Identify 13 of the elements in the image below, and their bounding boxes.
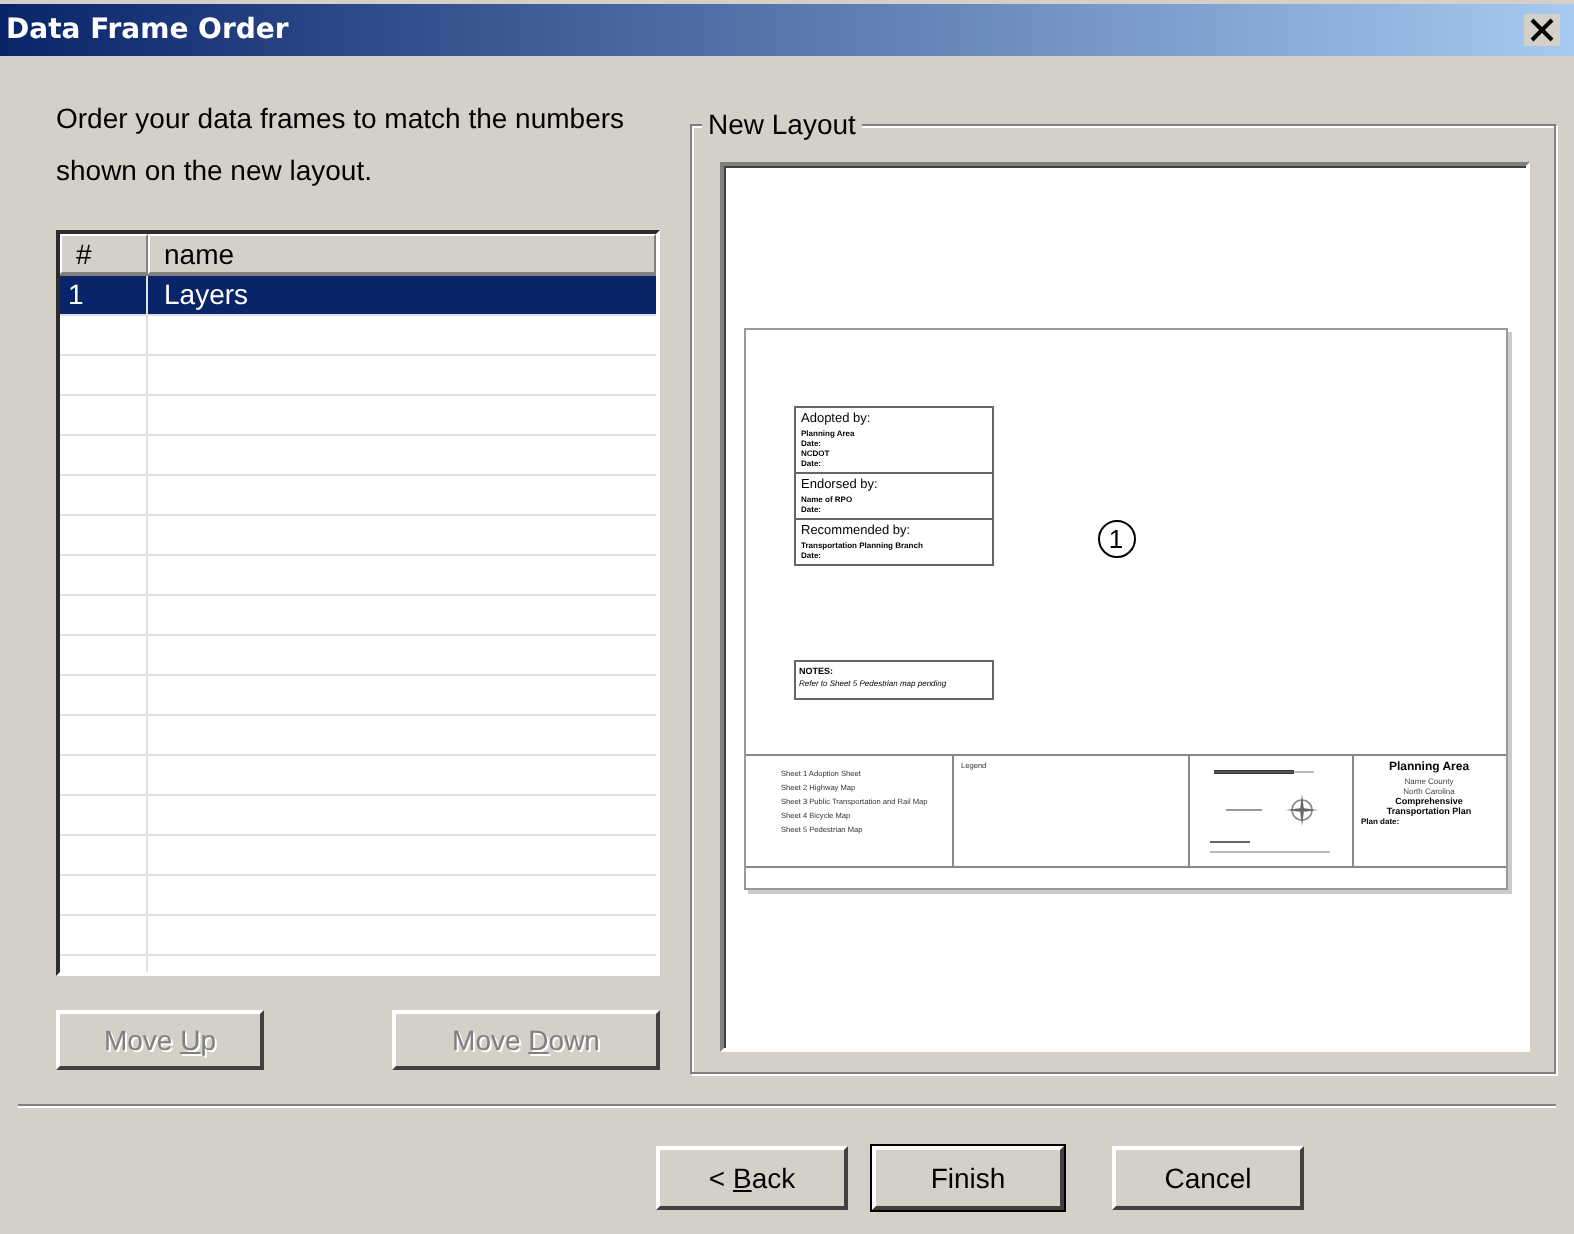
window-title: Data Frame Order	[6, 14, 289, 46]
wizard-button[interactable]: < Back	[656, 1146, 848, 1210]
wizard-button[interactable]: Cancel	[1112, 1146, 1304, 1210]
column-header[interactable]: name	[148, 234, 656, 274]
close-icon[interactable]	[1524, 14, 1560, 46]
row-name: Layers	[162, 276, 251, 314]
wizard-button[interactable]: Finish	[872, 1146, 1064, 1210]
group-title: New Layout	[702, 108, 862, 140]
frame-number: 1	[1097, 520, 1135, 558]
row-number: 1	[60, 276, 148, 314]
instructions-text: Order your data frames to match the numbers shown on the new layout.	[56, 100, 627, 190]
column-header[interactable]: #	[60, 234, 148, 274]
list-row[interactable]: 1 Layers	[60, 276, 656, 316]
